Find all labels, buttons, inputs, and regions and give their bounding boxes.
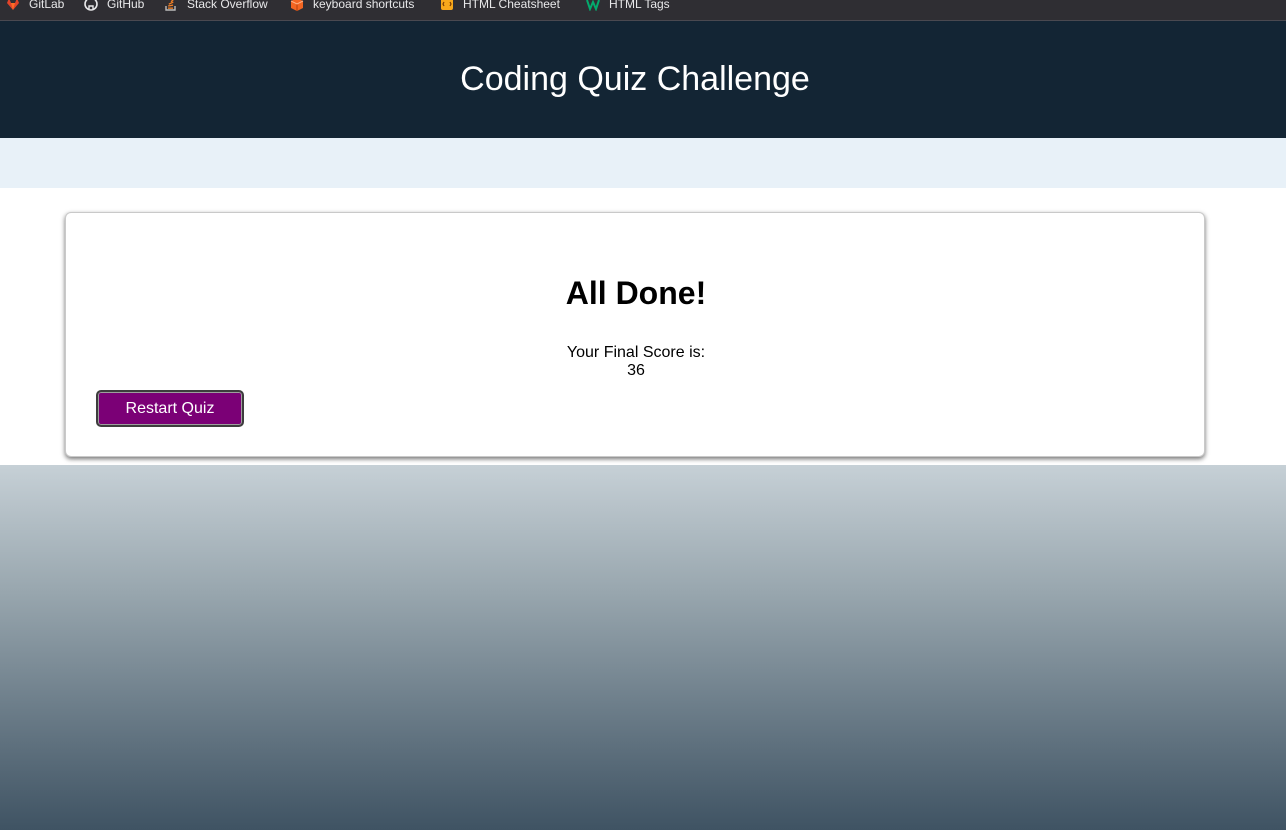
stackoverflow-icon xyxy=(164,0,178,11)
bookmark-stackoverflow[interactable]: Stack Overflow xyxy=(164,0,268,14)
result-title: All Done! xyxy=(565,275,707,311)
html-tags-icon xyxy=(586,0,600,11)
page-background xyxy=(0,465,1286,830)
keyboard-shortcuts-icon xyxy=(290,0,304,11)
final-score-value: 36 xyxy=(627,362,645,379)
bookmarks-bar: GitLab GitHub Stack Overflow keyboard sh… xyxy=(0,0,1286,21)
bookmark-github[interactable]: GitHub xyxy=(84,0,144,14)
github-icon xyxy=(84,0,98,11)
final-score-label: Your Final Score is: xyxy=(566,344,706,361)
bookmark-html-cheatsheet[interactable]: HTML Cheatsheet xyxy=(440,0,560,14)
bookmark-html-tags[interactable]: HTML Tags xyxy=(586,0,670,14)
bookmark-label: HTML Cheatsheet xyxy=(463,0,560,11)
bookmark-keyboard-shortcuts[interactable]: keyboard shortcuts xyxy=(290,0,414,14)
restart-quiz-button[interactable]: Restart Quiz xyxy=(96,390,244,427)
result-card: All Done! Your Final Score is: 36 Restar… xyxy=(65,212,1205,457)
subheader-strip xyxy=(0,138,1286,188)
page-header: Coding Quiz Challenge xyxy=(0,21,1286,138)
bookmark-gitlab[interactable]: GitLab xyxy=(6,0,64,14)
bookmark-label: HTML Tags xyxy=(609,0,670,11)
bookmark-label: keyboard shortcuts xyxy=(313,0,415,11)
gitlab-icon xyxy=(6,0,20,11)
bookmark-label: Stack Overflow xyxy=(187,0,268,11)
bookmark-label: GitHub xyxy=(107,0,145,11)
html-cheatsheet-icon xyxy=(440,0,454,11)
page-title: Coding Quiz Challenge xyxy=(460,60,810,98)
bookmark-label: GitLab xyxy=(29,0,65,11)
